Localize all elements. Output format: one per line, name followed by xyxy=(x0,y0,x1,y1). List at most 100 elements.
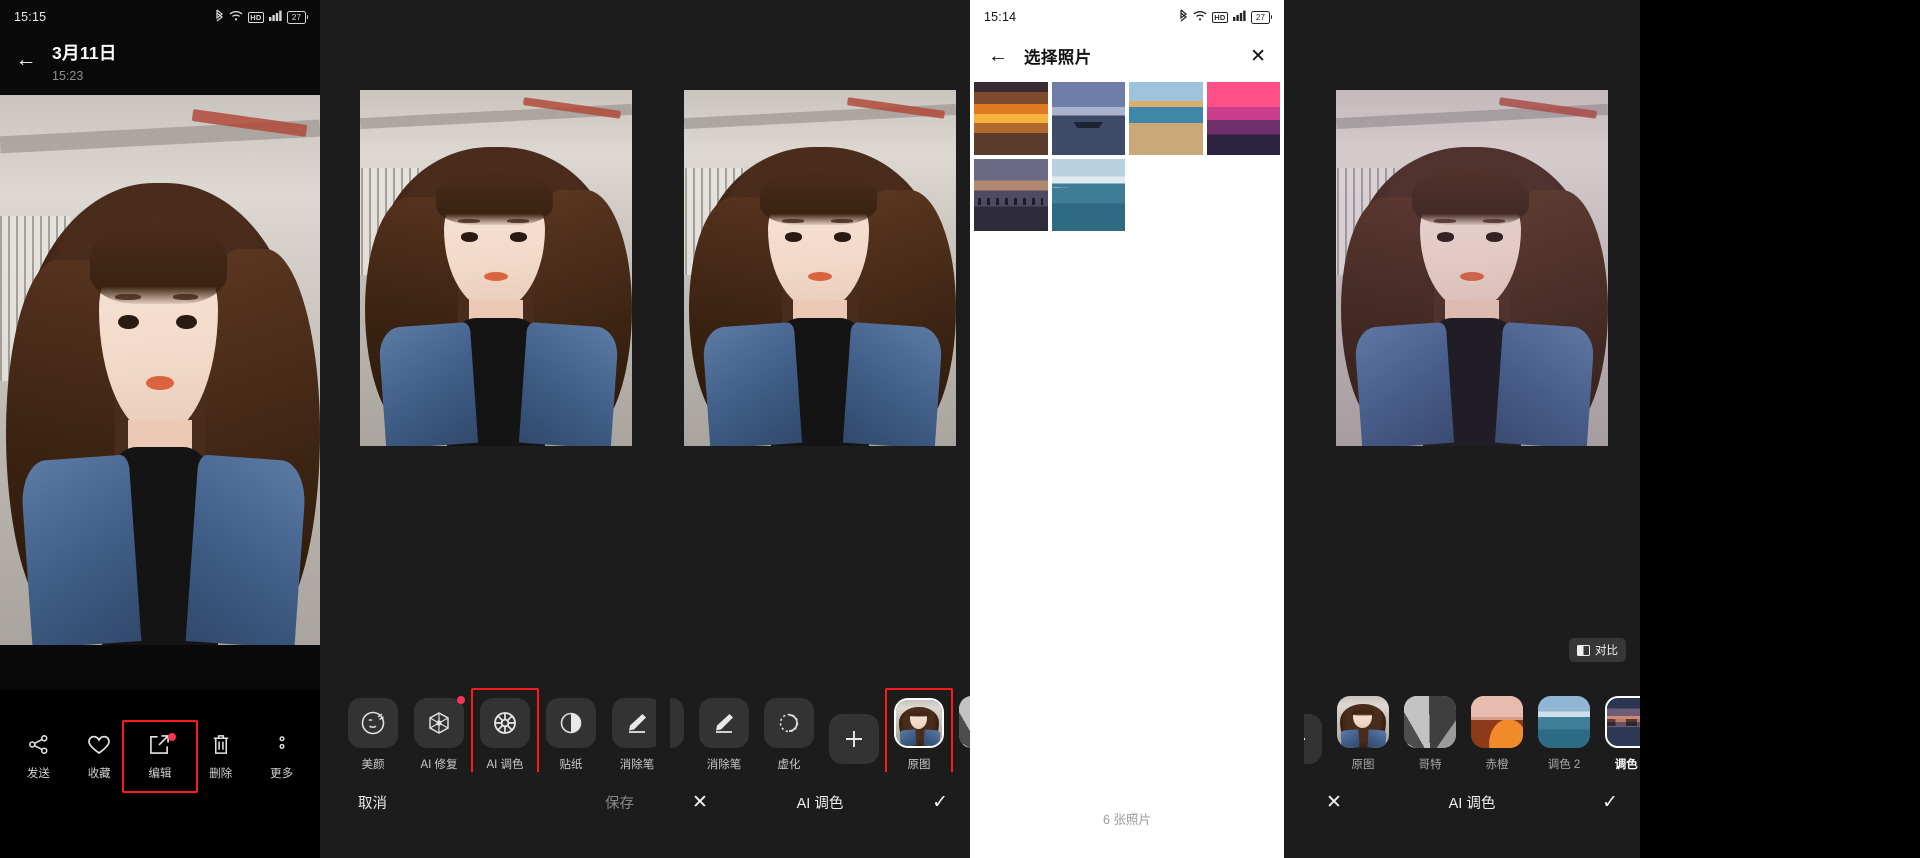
panel-gap xyxy=(1284,0,1304,858)
more-button[interactable]: 更多 xyxy=(254,734,310,781)
delete-label: 删除 xyxy=(209,767,233,780)
filter-original-label: 原图 xyxy=(1351,759,1375,771)
beach-wave-thumb xyxy=(1129,82,1203,155)
filter-goth[interactable]: 哥特 xyxy=(1402,696,1458,772)
photo-count-label: 6 张照片 xyxy=(1103,813,1151,827)
list-item[interactable] xyxy=(974,82,1048,155)
trash-icon xyxy=(211,734,231,756)
compare-badge[interactable]: 对比 xyxy=(1569,638,1626,662)
more-vertical-icon xyxy=(278,734,286,756)
tool-add-more[interactable] xyxy=(827,714,881,772)
ai-color-title: AI 调色 xyxy=(796,795,844,812)
close-x-icon[interactable]: ✕ xyxy=(1250,45,1266,68)
panel-gap xyxy=(656,0,670,858)
ai-color-bottom-bar: ✕ AI 调色 ✓ xyxy=(1304,772,1640,858)
eraser-pen-icon xyxy=(699,698,749,748)
tool-ai-color[interactable]: AI 调色 xyxy=(471,688,539,779)
list-item[interactable] xyxy=(974,158,1048,232)
filter-strip[interactable]: 原图 哥特 赤橙 调色 2 调色 1 xyxy=(1304,696,1640,772)
hd-icon: HD xyxy=(1211,11,1228,23)
battery-indicator: 27 xyxy=(1251,10,1272,24)
tool-sticker-label: 贴纸 xyxy=(670,756,671,772)
status-icons: HD 27 xyxy=(215,9,308,25)
close-x-icon[interactable]: ✕ xyxy=(692,793,708,812)
cancel-button[interactable]: 取消 xyxy=(358,792,387,813)
editor-bottom-bar: 取消 保存 xyxy=(336,772,656,858)
close-x-icon[interactable]: ✕ xyxy=(1326,793,1342,812)
viewer-photo[interactable] xyxy=(0,95,320,645)
filter-color-1-label: 调色 1 xyxy=(1614,759,1640,771)
share-label: 发送 xyxy=(26,767,50,780)
boat-dusk-thumb xyxy=(1051,82,1125,155)
status-clock: 15:14 xyxy=(984,10,1017,24)
filter-original[interactable]: 原图 xyxy=(1335,696,1391,772)
editor-photo-filtered[interactable] xyxy=(1336,90,1608,446)
filter-orange-label: 赤橙 xyxy=(1485,759,1509,771)
favorite-button[interactable]: 收藏 xyxy=(71,734,127,781)
tool-blur[interactable]: 虚化 xyxy=(762,698,816,772)
edit-button[interactable]: 编辑 xyxy=(121,719,198,793)
battery-indicator: 27 xyxy=(287,10,308,24)
tool-eraser-pen[interactable]: 消除笔 xyxy=(697,698,751,772)
filter-original-label: 原图 xyxy=(907,759,931,771)
share-button[interactable]: 发送 xyxy=(10,734,66,781)
original-thumbnail xyxy=(894,698,944,748)
tool-eraser-pen[interactable]: 消除笔 xyxy=(610,698,656,772)
tool-ai-restore[interactable]: AI 修复 xyxy=(412,696,466,772)
ai-color-filter-strip[interactable]: 贴纸 消除笔 虚化 xyxy=(670,688,970,779)
page-title: 3月11日 xyxy=(52,43,117,63)
heart-icon xyxy=(88,734,111,756)
list-item[interactable] xyxy=(1206,82,1280,155)
orange-filter-thumbnail xyxy=(1471,696,1523,748)
favorite-label: 收藏 xyxy=(87,767,111,780)
dusk-filter-thumbnail xyxy=(1605,696,1640,748)
tool-add-more[interactable] xyxy=(1304,714,1324,772)
filter-color-1[interactable]: 调色 1 xyxy=(1603,696,1640,772)
photo-time: 15:23 xyxy=(52,69,84,83)
ai-restore-icon xyxy=(414,698,464,748)
back-arrow-icon[interactable]: ← xyxy=(0,36,52,72)
delete-button[interactable]: 删除 xyxy=(193,734,249,781)
beauty-face-icon xyxy=(348,698,398,748)
back-arrow-icon[interactable]: ← xyxy=(988,45,1008,68)
plus-icon xyxy=(829,714,879,764)
status-clock: 15:15 xyxy=(14,10,47,24)
status-bar: 15:15 HD 27 xyxy=(0,0,320,34)
filter-original[interactable]: 原图 xyxy=(885,688,953,779)
pier-dusk-thumb xyxy=(974,158,1048,232)
compare-label: 对比 xyxy=(1595,645,1618,657)
ai-color-title: AI 调色 xyxy=(1448,795,1496,812)
wifi-icon xyxy=(1193,10,1207,24)
lake-filter-thumbnail xyxy=(1538,696,1590,748)
panel-ai-color-applied: 对比 原图 哥特 赤橙 调色 2 调色 ✕ AI 调色 ✓ xyxy=(1304,0,1640,858)
panel-gap xyxy=(320,0,336,858)
tool-sticker[interactable]: 贴纸 xyxy=(670,698,686,772)
editor-tool-strip[interactable]: 美颜 AI 修复 AI 调色 贴纸 消除笔 xyxy=(336,688,656,779)
plus-icon xyxy=(1304,714,1322,764)
save-button[interactable]: 保存 xyxy=(605,792,634,813)
editor-photo[interactable] xyxy=(684,90,956,446)
more-label: 更多 xyxy=(270,767,294,780)
list-item[interactable] xyxy=(1129,82,1203,155)
check-icon[interactable]: ✓ xyxy=(1602,793,1618,812)
sticker-icon xyxy=(546,698,596,748)
screenshot-stage: 15:15 HD 27 ← 3月11日 15:23 发送 收藏 编辑 删除 更多… xyxy=(0,0,1920,858)
goth-filter-thumbnail xyxy=(1404,696,1456,748)
list-item[interactable] xyxy=(1051,82,1125,155)
wifi-icon xyxy=(229,10,243,24)
list-item[interactable] xyxy=(1051,158,1125,232)
filter-color-2-label: 调色 2 xyxy=(1547,759,1581,771)
editor-photo[interactable] xyxy=(360,90,632,446)
check-icon[interactable]: ✓ xyxy=(932,793,948,812)
tool-ai-restore-label: AI 修复 xyxy=(420,759,458,771)
bluetooth-icon xyxy=(215,9,224,25)
tool-eraser-pen-label: 消除笔 xyxy=(706,759,742,771)
ai-restore-new-badge xyxy=(457,696,465,704)
signal-icon xyxy=(1233,10,1246,24)
filter-color-2[interactable]: 调色 2 xyxy=(1536,696,1592,772)
filter-goth[interactable]: 哥特 xyxy=(957,696,970,772)
tool-sticker[interactable]: 贴纸 xyxy=(544,698,598,772)
tool-beauty[interactable]: 美颜 xyxy=(346,698,400,772)
tool-blur-label: 虚化 xyxy=(777,759,801,771)
filter-orange[interactable]: 赤橙 xyxy=(1469,696,1525,772)
